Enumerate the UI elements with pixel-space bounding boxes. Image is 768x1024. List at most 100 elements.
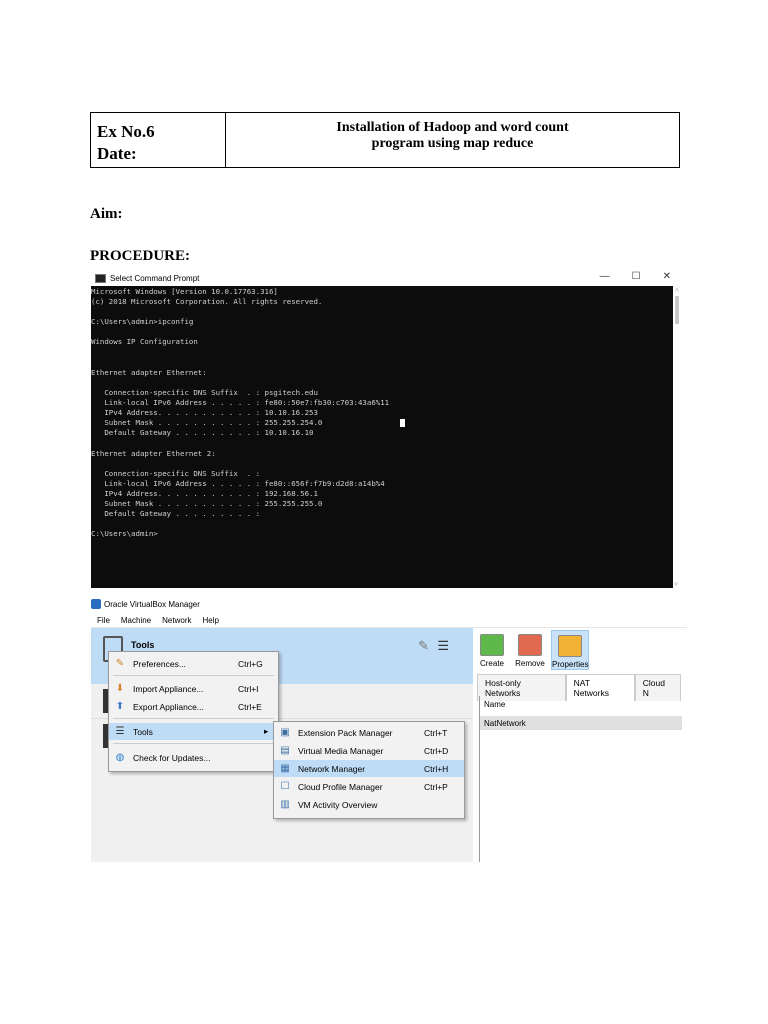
- table-row[interactable]: NatNetwork: [480, 717, 682, 730]
- submenu-arrow-icon: ▸: [264, 726, 269, 736]
- menu-separator: [113, 743, 274, 744]
- create-button[interactable]: Create: [473, 630, 511, 670]
- menu-item-label: Import Appliance...: [133, 683, 204, 694]
- cmd-output-line: [91, 519, 673, 529]
- menu-item-shortcut: Ctrl+G: [238, 658, 263, 669]
- network-manager-pane: Create Remove Properties Host-only Netwo…: [473, 628, 682, 862]
- cmd-output-line: Windows IP Configuration: [91, 337, 198, 347]
- cmd-title-bar: Select Command Prompt — ☐ ✕: [91, 270, 681, 286]
- cmd-title: Select Command Prompt: [110, 273, 200, 283]
- cmd-output-line: [91, 459, 673, 469]
- vbox-menubar: File Machine Network Help: [91, 613, 687, 628]
- activity-icon: ▥: [280, 798, 290, 810]
- menu-file[interactable]: File: [97, 616, 110, 625]
- menu-item-label: VM Activity Overview: [298, 799, 378, 810]
- submenu-item-vm-activity-overview[interactable]: ▥ VM Activity Overview: [274, 796, 464, 813]
- menu-item-shortcut: Ctrl+T: [424, 727, 448, 738]
- remove-button[interactable]: Remove: [511, 630, 549, 670]
- menu-item-label: Virtual Media Manager: [298, 745, 384, 756]
- exercise-header-table: Ex No.6 Date: Installation of Hadoop and…: [90, 112, 680, 168]
- menu-item-label: Extension Pack Manager: [298, 727, 393, 738]
- aim-heading: Aim:: [90, 206, 123, 222]
- exercise-meta: Ex No.6 Date:: [91, 113, 226, 167]
- list-menu-icon[interactable]: ☰: [437, 638, 449, 654]
- menu-item-shortcut: Ctrl+E: [238, 701, 262, 712]
- pin-icon[interactable]: ✎: [418, 638, 429, 654]
- title-line-1: Installation of Hadoop and word count: [336, 120, 569, 135]
- import-icon: ⬇: [115, 682, 125, 694]
- menu-item-check-updates[interactable]: ◍ Check for Updates...: [109, 749, 278, 766]
- menu-item-tools[interactable]: ☰ Tools ▸: [109, 723, 278, 740]
- cmd-output-line: [91, 348, 673, 358]
- tools-submenu: ▣ Extension Pack Manager Ctrl+T ▤ Virtua…: [273, 721, 465, 819]
- virtualbox-logo-icon: [91, 599, 101, 609]
- cmd-output-line: Ethernet adapter Ethernet 2:: [91, 448, 216, 458]
- remove-label: Remove: [515, 659, 545, 668]
- menu-machine[interactable]: Machine: [121, 616, 151, 625]
- network-table: Name NatNetwork: [479, 696, 682, 862]
- cmd-output-line: Default Gateway . . . . . . . . . :: [91, 509, 261, 519]
- export-icon: ⬆: [115, 700, 125, 712]
- tools-label: Tools: [131, 640, 155, 650]
- properties-label: Properties: [552, 660, 589, 669]
- procedure-heading: PROCEDURE:: [90, 248, 190, 264]
- menu-item-import-appliance[interactable]: ⬇ Import Appliance... Ctrl+I: [109, 680, 278, 697]
- scroll-thumb[interactable]: [675, 296, 679, 324]
- cmd-output-line: Ethernet adapter Ethernet:: [91, 367, 207, 377]
- menu-item-shortcut: Ctrl+H: [424, 763, 449, 774]
- remove-icon: [518, 634, 542, 656]
- menu-network[interactable]: Network: [162, 616, 191, 625]
- file-menu-dropdown: ✎ Preferences... Ctrl+G ⬇ Import Applian…: [108, 651, 279, 772]
- vbox-title: Oracle VirtualBox Manager: [104, 599, 200, 609]
- cmd-output-line: (c) 2018 Microsoft Corporation. All righ…: [91, 297, 323, 307]
- wrench-icon: ✎: [115, 657, 125, 669]
- extension-pack-icon: ▣: [280, 726, 290, 738]
- submenu-item-cloud-profile-manager[interactable]: ☐ Cloud Profile Manager Ctrl+P: [274, 778, 464, 795]
- cmd-output-line: [91, 438, 673, 448]
- create-icon: [480, 634, 504, 656]
- menu-item-label: Cloud Profile Manager: [298, 781, 383, 792]
- close-icon[interactable]: ✕: [663, 271, 671, 282]
- menu-item-preferences[interactable]: ✎ Preferences... Ctrl+G: [109, 655, 278, 672]
- command-prompt-window: Select Command Prompt — ☐ ✕ Microsoft Wi…: [91, 270, 681, 588]
- properties-icon: [558, 635, 582, 657]
- cmd-output-line: Connection-specific DNS Suffix . : psgit…: [91, 387, 318, 397]
- menu-help[interactable]: Help: [202, 616, 218, 625]
- properties-button[interactable]: Properties: [551, 630, 589, 670]
- cmd-output-line: C:\Users\admin>: [91, 529, 158, 539]
- menu-separator: [113, 718, 274, 719]
- submenu-item-virtual-media-manager[interactable]: ▤ Virtual Media Manager Ctrl+D: [274, 742, 464, 759]
- text-cursor: [400, 419, 405, 427]
- column-header-name[interactable]: Name: [480, 696, 682, 717]
- cmd-output-line: [91, 327, 673, 337]
- cmd-output-line: IPv4 Address. . . . . . . . . . . : 10.1…: [91, 408, 318, 418]
- maximize-icon[interactable]: ☐: [632, 271, 641, 282]
- media-icon: ▤: [280, 744, 290, 756]
- menu-item-export-appliance[interactable]: ⬆ Export Appliance... Ctrl+E: [109, 698, 278, 715]
- exercise-date: Date:: [97, 144, 137, 163]
- terminal-icon: [95, 273, 106, 283]
- network-icon: ▦: [280, 762, 290, 774]
- menu-separator: [113, 675, 274, 676]
- submenu-item-network-manager[interactable]: ▦ Network Manager Ctrl+H: [274, 760, 464, 777]
- list-icon: ☰: [115, 725, 125, 737]
- cmd-output-line: IPv4 Address. . . . . . . . . . . : 192.…: [91, 488, 318, 498]
- minimize-icon[interactable]: —: [600, 271, 610, 282]
- scroll-up-icon[interactable]: ˄: [675, 286, 679, 294]
- menu-item-label: Check for Updates...: [133, 752, 211, 763]
- cmd-output-line: [91, 307, 673, 317]
- menu-item-shortcut: Ctrl+P: [424, 781, 448, 792]
- create-label: Create: [479, 659, 504, 668]
- exercise-title: Installation of Hadoop and word count pr…: [226, 113, 679, 167]
- scroll-down-icon[interactable]: ˅: [674, 580, 678, 588]
- cmd-output-line: [91, 378, 673, 388]
- cmd-output-line: Microsoft Windows [Version 10.0.17763.31…: [91, 287, 278, 296]
- title-line-2: program using map reduce: [371, 136, 534, 151]
- cmd-output-line: Connection-specific DNS Suffix . :: [91, 468, 261, 478]
- cmd-output-line: Subnet Mask . . . . . . . . . . . : 255.…: [91, 418, 323, 428]
- submenu-item-extension-pack-manager[interactable]: ▣ Extension Pack Manager Ctrl+T: [274, 724, 464, 741]
- cmd-output[interactable]: Microsoft Windows [Version 10.0.17763.31…: [91, 286, 673, 588]
- globe-icon: ◍: [115, 751, 125, 763]
- exercise-number: Ex No.6: [97, 122, 155, 141]
- cmd-scrollbar[interactable]: ˄ ˅: [673, 286, 681, 588]
